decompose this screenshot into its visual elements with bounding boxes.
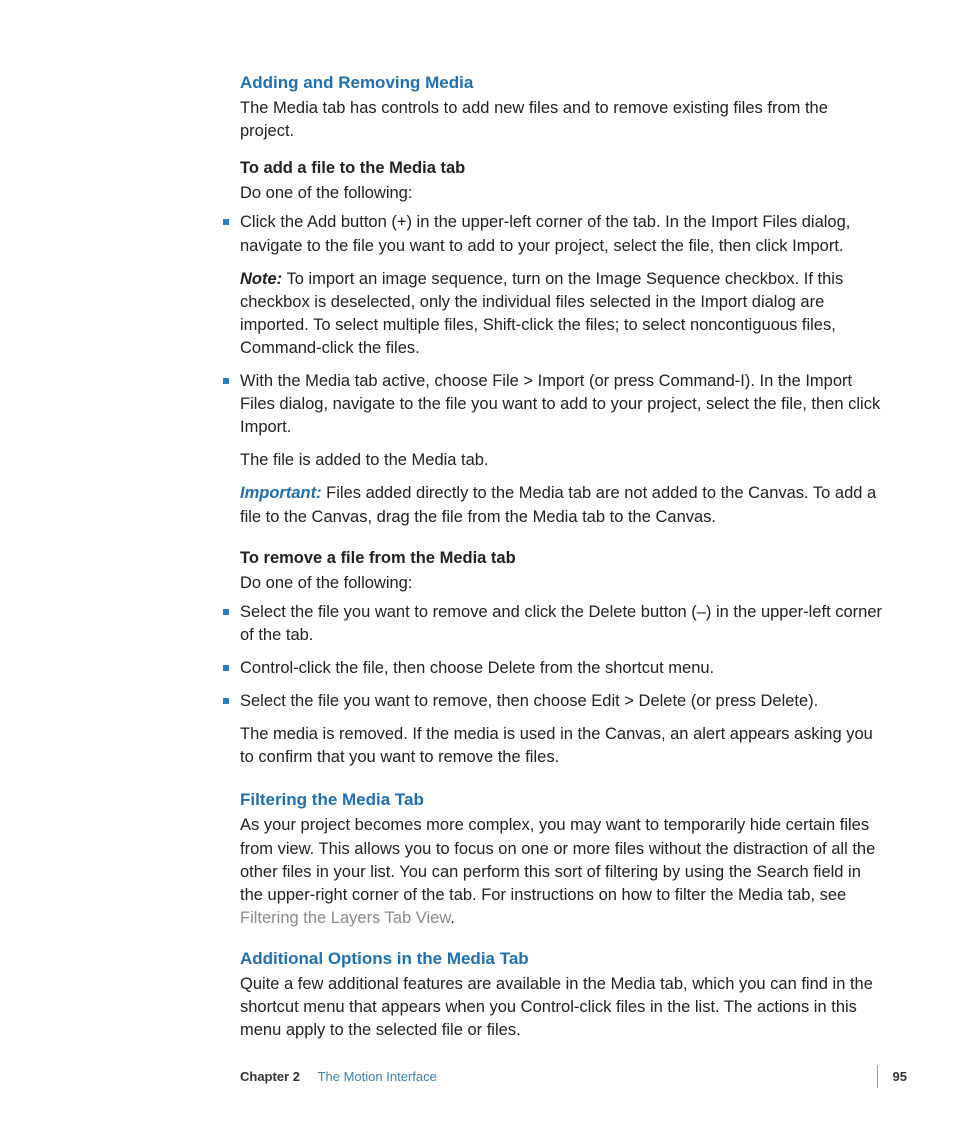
- page: Adding and Removing Media The Media tab …: [0, 0, 954, 1145]
- bullet-list: Click the Add button (+) in the upper-le…: [240, 211, 882, 528]
- body-text: Do one of the following:: [240, 182, 882, 205]
- body-text: Quite a few additional features are avai…: [240, 973, 882, 1042]
- body-text: The file is added to the Media tab.: [240, 449, 882, 472]
- important-text: Files added directly to the Media tab ar…: [240, 484, 876, 525]
- link-filtering-layers-tab-view[interactable]: Filtering the Layers Tab View: [240, 909, 450, 927]
- spacer: [240, 779, 882, 789]
- footer-divider: [877, 1065, 878, 1088]
- list-item-text: Control-click the file, then choose Dele…: [240, 659, 714, 677]
- body-text: As your project becomes more complex, yo…: [240, 814, 882, 929]
- list-item-text: Select the file you want to remove, then…: [240, 692, 818, 710]
- subheading-to-remove-file: To remove a file from the Media tab: [240, 547, 882, 570]
- body-text: The Media tab has controls to add new fi…: [240, 97, 882, 143]
- note-text: To import an image sequence, turn on the…: [240, 270, 843, 357]
- list-item: Select the file you want to remove, then…: [223, 690, 882, 769]
- list-item-text: With the Media tab active, choose File >…: [240, 372, 880, 436]
- spacer: [240, 539, 882, 547]
- page-footer: Chapter 2 The Motion Interface 95: [0, 1069, 954, 1093]
- list-item: With the Media tab active, choose File >…: [223, 370, 882, 529]
- important-paragraph: Important: Files added directly to the M…: [240, 482, 882, 528]
- footer-page-number: 95: [893, 1069, 907, 1084]
- body-text: Do one of the following:: [240, 572, 882, 595]
- important-label: Important:: [240, 484, 322, 502]
- list-item: Control-click the file, then choose Dele…: [223, 657, 882, 680]
- footer-chapter-name: The Motion Interface: [318, 1069, 437, 1084]
- list-item-text: Click the Add button (+) in the upper-le…: [240, 213, 850, 254]
- footer-chapter: Chapter 2 The Motion Interface: [240, 1069, 437, 1084]
- heading-adding-removing-media: Adding and Removing Media: [240, 72, 882, 94]
- note-paragraph: Note: To import an image sequence, turn …: [240, 268, 882, 360]
- footer-chapter-label: Chapter 2: [240, 1069, 300, 1084]
- subheading-to-add-file: To add a file to the Media tab: [240, 157, 882, 180]
- body-text-span: As your project becomes more complex, yo…: [240, 816, 875, 903]
- heading-filtering-media-tab: Filtering the Media Tab: [240, 789, 882, 811]
- heading-additional-options-media-tab: Additional Options in the Media Tab: [240, 948, 882, 970]
- list-item: Click the Add button (+) in the upper-le…: [223, 211, 882, 360]
- list-item-text: Select the file you want to remove and c…: [240, 603, 882, 644]
- body-text-span: .: [450, 909, 455, 927]
- list-item: Select the file you want to remove and c…: [223, 601, 882, 647]
- bullet-list: Select the file you want to remove and c…: [240, 601, 882, 770]
- note-label: Note:: [240, 270, 282, 288]
- body-text: The media is removed. If the media is us…: [240, 723, 882, 769]
